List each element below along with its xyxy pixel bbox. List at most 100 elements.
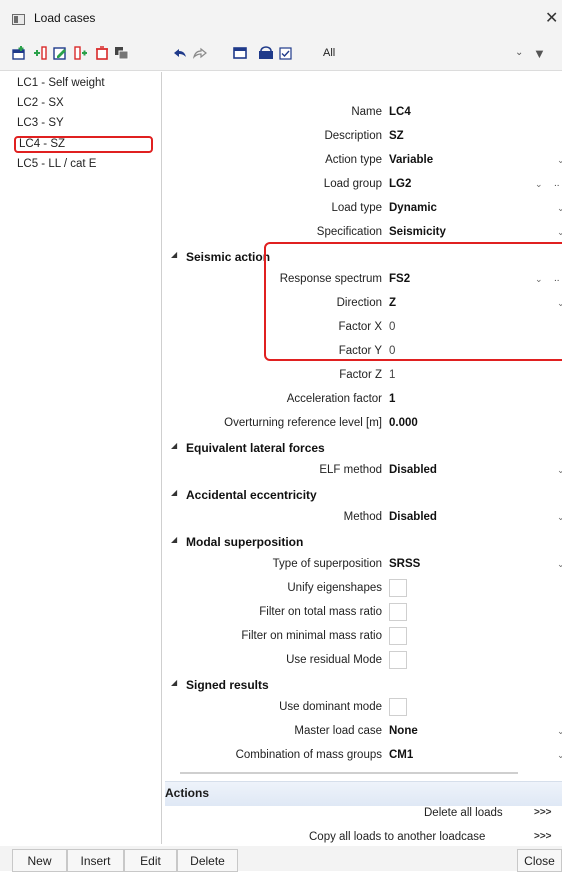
chevron-down-icon[interactable]: ⌄ [557,512,562,523]
collapse-triangle-icon[interactable]: ◢ [171,535,177,544]
method-select[interactable]: Disabled [389,511,437,523]
section-signed-results[interactable]: ◢ Signed results [165,675,562,699]
section-title: Seismic action [186,250,271,264]
elf-method-label: ELF method [319,464,382,476]
factor-x-field[interactable]: 0 [389,321,395,333]
section-title: Equivalent lateral forces [186,441,325,455]
redo-icon[interactable] [193,45,207,61]
section-modal-superposition[interactable]: ◢ Modal superposition [165,532,562,556]
acceleration-factor-field[interactable]: 1 [389,393,395,405]
name-field[interactable]: LC4 [389,106,411,118]
load-type-label: Load type [331,202,382,214]
list-item[interactable]: LC5 - LL / cat E [17,158,96,174]
factor-z-field[interactable]: 1 [389,369,395,381]
actions-header: Actions [165,781,562,806]
chevron-down-icon[interactable]: ⌄ [557,465,562,476]
section-accidental-eccentricity[interactable]: ◢ Accidental eccentricity [165,485,562,509]
superposition-type-select[interactable]: SRSS [389,558,420,570]
load-group-label: Load group [323,178,382,190]
chevron-down-icon[interactable]: ⌄ [557,559,562,570]
list-item[interactable]: LC1 - Self weight [17,77,105,93]
master-load-case-label: Master load case [294,725,382,737]
superposition-type-label: Type of superposition [272,558,382,570]
chevron-down-icon[interactable]: ⌄ [557,203,562,214]
name-label: Name [351,106,382,118]
chevron-down-icon[interactable]: ⌄ [557,227,562,238]
toolbar: All ⌄ ▼ [0,37,562,71]
app-window-icon [12,14,25,25]
response-spectrum-select[interactable]: FS2 [389,273,410,285]
filter-total-mass-checkbox[interactable] [389,603,407,621]
dominant-mode-checkbox[interactable] [389,698,407,716]
direction-label: Direction [336,297,382,309]
edit-button[interactable]: Edit [124,849,177,872]
close-window-icon[interactable]: ✕ [545,8,558,28]
factor-y-field[interactable]: 0 [389,345,395,357]
delete-all-loads-label: Delete all loads [424,807,503,819]
delete-button[interactable]: Delete [177,849,238,872]
more-options-icon[interactable]: .. [554,273,560,284]
filter-minimal-mass-checkbox[interactable] [389,627,407,645]
chevron-down-icon[interactable]: ⌄ [557,155,562,166]
insert-icon[interactable] [33,45,47,61]
table-icon[interactable] [233,45,247,61]
chevron-down-icon[interactable]: ⌄ [535,179,543,190]
list-item[interactable]: LC3 - SY [17,117,64,133]
overturning-field[interactable]: 0.000 [389,417,418,429]
unify-eigenshapes-checkbox[interactable] [389,579,407,597]
copy-all-loads-label: Copy all loads to another loadcase [309,831,486,843]
elf-method-select[interactable]: Disabled [389,464,437,476]
chevron-down-icon[interactable]: ⌄ [515,47,523,58]
chevron-down-icon[interactable]: ⌄ [557,298,562,309]
more-options-icon[interactable]: .. [554,178,560,189]
acceleration-factor-label: Acceleration factor [286,393,382,405]
method-label: Method [343,511,382,523]
list-item-selected[interactable]: LC4 - SZ [14,136,153,153]
insert-button[interactable]: Insert [67,849,124,872]
direction-select[interactable]: Z [389,297,396,309]
delete-icon[interactable] [95,45,109,61]
mass-groups-select[interactable]: CM1 [389,749,413,761]
copy-all-loads-button[interactable]: >>> [534,831,552,842]
chevron-down-icon[interactable]: ⌄ [557,750,562,761]
filter-icon[interactable]: ▼ [533,46,546,61]
dominant-mode-label: Use dominant mode [279,701,382,713]
new-button[interactable]: New [12,849,67,872]
section-equivalent-lateral-forces[interactable]: ◢ Equivalent lateral forces [165,438,562,462]
chevron-down-icon[interactable]: ⌄ [535,274,543,285]
collapse-triangle-icon[interactable]: ◢ [171,678,177,687]
collapse-triangle-icon[interactable]: ◢ [171,441,177,450]
undo-icon[interactable] [173,45,187,61]
highlight-box [264,242,562,361]
section-title: Signed results [186,678,269,692]
checkbox-icon[interactable] [279,45,292,61]
unify-eigenshapes-label: Unify eigenshapes [287,582,382,594]
close-button[interactable]: Close [517,849,562,872]
copy-icon[interactable] [74,45,88,61]
collapse-triangle-icon[interactable]: ◢ [171,250,177,259]
save-icon[interactable] [258,45,274,61]
mass-groups-label: Combination of mass groups [235,749,382,761]
delete-all-loads-button[interactable]: >>> [534,807,552,818]
list-item[interactable]: LC2 - SX [17,97,64,113]
duplicate-icon[interactable] [114,45,129,61]
load-case-list [13,72,162,844]
collapse-triangle-icon[interactable]: ◢ [171,488,177,497]
new-icon[interactable] [12,45,26,61]
load-type-select[interactable]: Dynamic [389,202,437,214]
residual-mode-checkbox[interactable] [389,651,407,669]
horizontal-scrollbar[interactable] [180,772,518,774]
edit-icon[interactable] [53,45,67,61]
filter-minimal-mass-label: Filter on minimal mass ratio [241,630,382,642]
factor-z-label: Factor Z [339,369,382,381]
action-type-select[interactable]: Variable [389,154,433,166]
specification-select[interactable]: Seismicity [389,226,446,238]
section-title: Accidental eccentricity [186,488,317,502]
master-load-case-select[interactable]: None [389,725,418,737]
actions-title: Actions [165,786,210,800]
description-field[interactable]: SZ [389,130,404,142]
factor-x-label: Factor X [338,321,382,333]
chevron-down-icon[interactable]: ⌄ [557,726,562,737]
load-group-select[interactable]: LG2 [389,178,411,190]
filter-select-value[interactable]: All [323,47,335,59]
